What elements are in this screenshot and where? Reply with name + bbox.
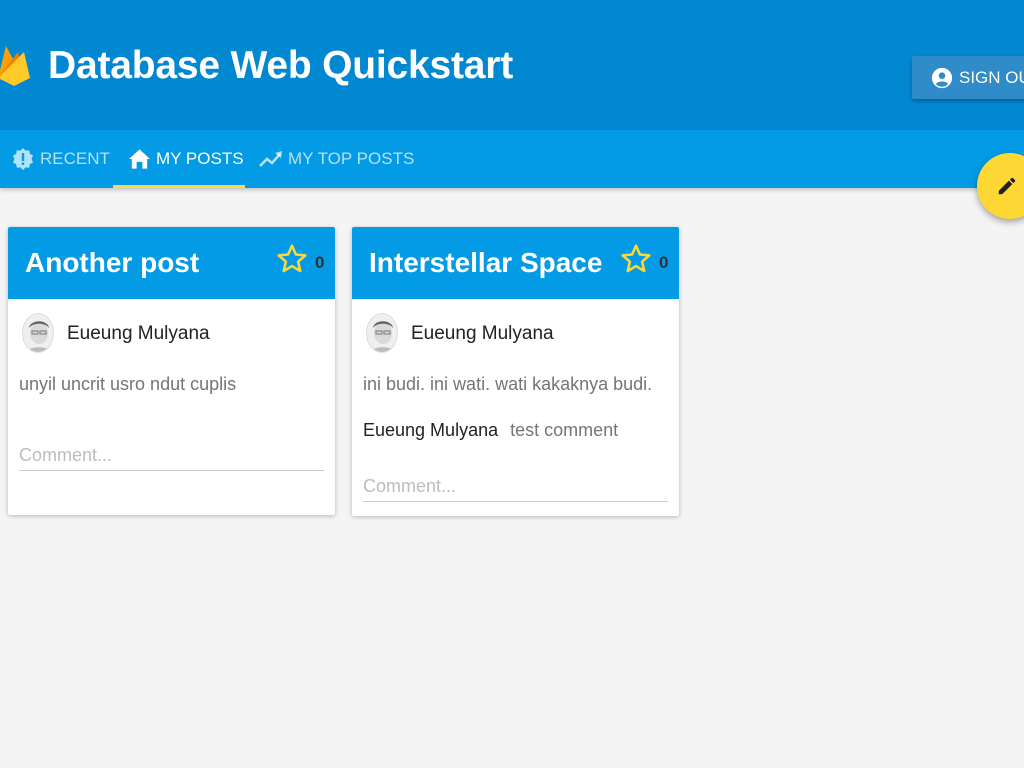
post-card: Another post 0 Eueung Mulyana unyil uncr…	[8, 227, 335, 515]
firebase-logo-icon	[0, 46, 30, 86]
post-body: ini budi. ini wati. wati kakaknya budi.	[363, 374, 653, 394]
comment: Eueung Mulyana test comment	[363, 420, 618, 441]
comment-input[interactable]	[19, 441, 324, 471]
comment-text: test comment	[510, 420, 619, 440]
post-author: Eueung Mulyana	[352, 313, 679, 353]
tab-recent[interactable]: RECENT	[11, 130, 110, 188]
tab-label: RECENT	[40, 149, 110, 168]
pencil-icon	[998, 177, 1016, 195]
avatar	[22, 313, 54, 353]
tab-label: MY POSTS	[156, 149, 244, 168]
comment-author: Eueung Mulyana	[363, 420, 499, 440]
sign-out-label: SIGN OUT	[959, 67, 1024, 87]
active-tab-indicator	[113, 185, 245, 188]
star-count: 0	[659, 253, 669, 272]
app-bar: Database Web Quickstart SIGN OUT	[0, 0, 1024, 130]
tab-label: MY TOP POSTS	[288, 149, 415, 168]
comment-input[interactable]	[363, 472, 668, 502]
author-name: Eueung Mulyana	[411, 323, 554, 344]
post-title: Another post	[25, 247, 200, 278]
tab-bar: RECENT MY POSTS MY TOP POSTS	[0, 130, 1024, 188]
new-releases-icon	[13, 148, 33, 170]
avatar	[366, 313, 398, 353]
author-name: Eueung Mulyana	[67, 323, 210, 344]
star-icon[interactable]	[276, 243, 308, 275]
tab-my-posts[interactable]: MY POSTS	[128, 130, 244, 188]
account-circle-icon	[931, 67, 953, 88]
post-title: Interstellar Space	[369, 247, 603, 278]
post-author: Eueung Mulyana	[8, 313, 335, 353]
post-card: Interstellar Space 0 Eueung Mulyana ini …	[352, 227, 679, 516]
post-card-header: Another post 0	[8, 227, 335, 299]
post-body: unyil uncrit usro ndut cuplis	[19, 374, 237, 394]
app-title: Database Web Quickstart	[48, 44, 514, 87]
sign-out-button[interactable]: SIGN OUT	[912, 56, 1024, 99]
star-count: 0	[315, 253, 325, 272]
post-card-header: Interstellar Space 0	[352, 227, 679, 299]
tab-my-top-posts[interactable]: MY TOP POSTS	[259, 130, 414, 188]
trending-up-icon	[259, 151, 282, 167]
star-icon[interactable]	[620, 243, 652, 275]
home-icon	[128, 149, 151, 169]
